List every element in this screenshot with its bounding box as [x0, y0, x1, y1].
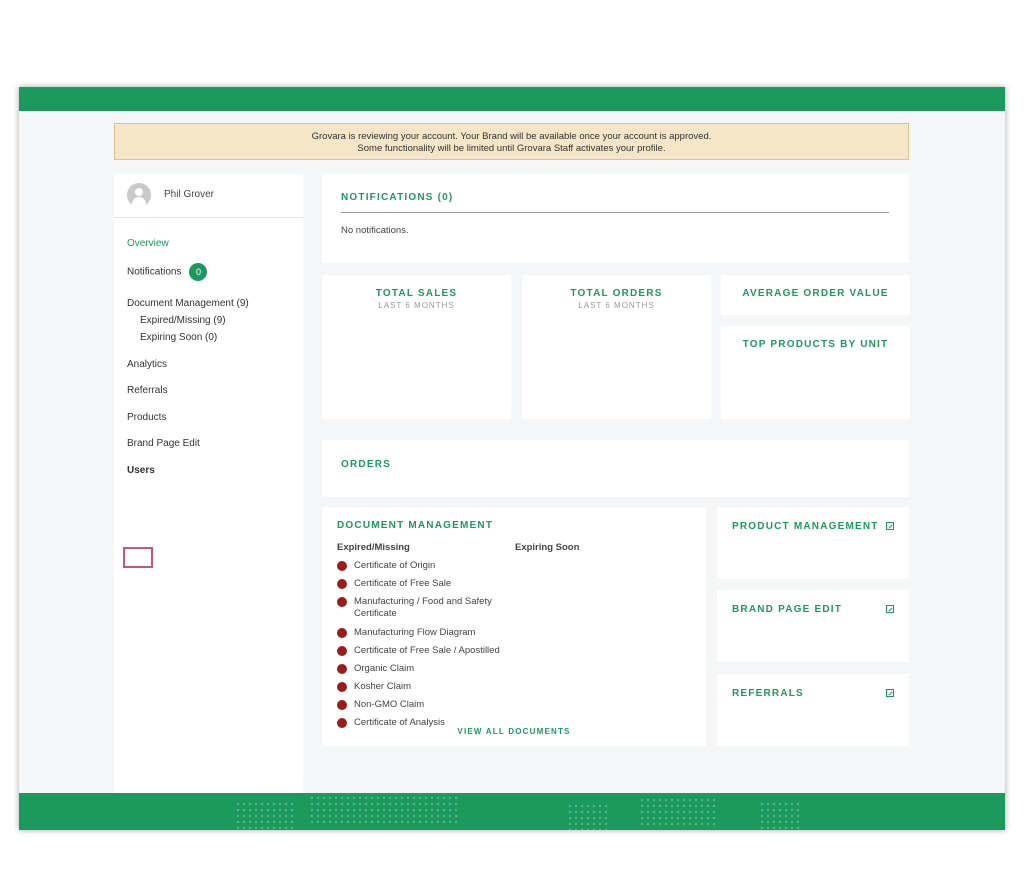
sidebar-item-referrals[interactable]: Referrals [127, 385, 168, 396]
sidebar-item-document-management[interactable]: Document Management (9) [127, 298, 249, 309]
footer-map-pattern [567, 803, 607, 830]
total-sales-card: TOTAL SALES LAST 6 MONTHS [322, 275, 511, 419]
status-dot-icon [337, 628, 347, 638]
expiring-soon-header: Expiring Soon [515, 542, 580, 553]
top-products-title: TOP PRODUCTS BY UNIT [742, 339, 889, 350]
sidebar-item-expired-missing[interactable]: Expired/Missing (9) [140, 315, 226, 326]
document-item-label: Manufacturing / Food and Safety Certific… [354, 596, 492, 619]
expired-missing-header: Expired/Missing [337, 542, 410, 553]
average-order-value-title: AVERAGE ORDER VALUE [742, 288, 889, 299]
sidebar-item-brand-page-edit[interactable]: Brand Page Edit [127, 438, 200, 449]
notifications-divider [341, 212, 889, 213]
total-orders-subtitle: LAST 6 MONTHS [578, 301, 655, 310]
total-orders-card: TOTAL ORDERS LAST 6 MONTHS [522, 275, 711, 419]
footer-map-pattern [759, 801, 799, 830]
referrals-card[interactable]: REFERRALS [717, 674, 909, 746]
app-window: Grovara is reviewing your account. Your … [19, 87, 1005, 830]
document-management-title: DOCUMENT MANAGEMENT [337, 520, 494, 531]
sidebar: Phil Grover Overview Notifications 0 Docu… [114, 174, 303, 794]
status-dot-icon [337, 561, 347, 571]
sidebar-item-overview[interactable]: Overview [127, 238, 169, 249]
total-sales-subtitle: LAST 6 MONTHS [378, 301, 455, 310]
product-management-card[interactable]: PRODUCT MANAGEMENT [717, 507, 909, 579]
account-review-banner: Grovara is reviewing your account. Your … [114, 123, 909, 160]
top-products-card: TOP PRODUCTS BY UNIT [721, 326, 910, 419]
document-item-label: Organic Claim [354, 663, 415, 674]
notifications-count-badge: 0 [189, 263, 208, 281]
banner-line-1: Grovara is reviewing your account. Your … [311, 131, 712, 142]
sidebar-item-products[interactable]: Products [127, 412, 166, 423]
referrals-title: REFERRALS [732, 688, 804, 699]
user-name: Phil Grover [164, 189, 215, 200]
document-item-label: Certificate of Free Sale [354, 578, 452, 589]
brand-page-edit-title: BRAND PAGE EDIT [732, 604, 843, 615]
external-link-icon[interactable] [886, 605, 894, 613]
status-dot-icon [337, 597, 347, 607]
external-link-icon[interactable] [886, 522, 894, 530]
product-management-title: PRODUCT MANAGEMENT [732, 521, 879, 532]
external-link-icon[interactable] [886, 689, 894, 697]
status-dot-icon [337, 700, 347, 710]
notifications-empty-text: No notifications. [341, 225, 409, 236]
footer-map-pattern [639, 797, 719, 827]
orders-card: ORDERS [322, 440, 909, 497]
document-management-card: DOCUMENT MANAGEMENT Expired/Missing Expi… [322, 507, 706, 746]
document-item-label: Manufacturing Flow Diagram [354, 627, 476, 638]
user-avatar-icon [127, 183, 151, 207]
document-item-label: Certificate of Origin [354, 560, 436, 571]
orders-title: ORDERS [341, 459, 391, 470]
total-orders-title: TOTAL ORDERS [570, 288, 663, 299]
status-dot-icon [337, 682, 347, 692]
document-item-label: Non-GMO Claim [354, 699, 425, 710]
sidebar-item-users[interactable]: Users [127, 465, 155, 476]
status-dot-icon [337, 579, 347, 589]
top-bar [19, 87, 1005, 111]
brand-page-edit-card[interactable]: BRAND PAGE EDIT [717, 590, 909, 662]
footer [19, 793, 1005, 830]
document-item-label: Kosher Claim [354, 681, 412, 692]
view-all-documents-link[interactable]: VIEW ALL DOCUMENTS [322, 727, 706, 736]
banner-line-2: Some functionality will be limited until… [357, 143, 666, 154]
notifications-card: NOTIFICATIONS (0) No notifications. [322, 174, 909, 263]
user-profile[interactable]: Phil Grover [114, 174, 303, 218]
footer-map-pattern [235, 801, 295, 830]
average-order-value-card: AVERAGE ORDER VALUE [721, 275, 910, 315]
total-sales-title: TOTAL SALES [375, 288, 458, 299]
document-item-label: Certificate of Free Sale / Apostilled [354, 645, 500, 656]
sidebar-item-notifications[interactable]: Notifications 0 [127, 263, 208, 281]
sidebar-item-label: Notifications [127, 266, 182, 278]
status-dot-icon [337, 646, 347, 656]
sidebar-item-expiring-soon[interactable]: Expiring Soon (0) [140, 332, 217, 343]
notifications-title: NOTIFICATIONS (0) [341, 192, 454, 203]
status-dot-icon [337, 664, 347, 674]
footer-map-pattern [309, 795, 459, 825]
sidebar-item-analytics[interactable]: Analytics [127, 359, 167, 370]
users-highlight-box [123, 547, 153, 568]
